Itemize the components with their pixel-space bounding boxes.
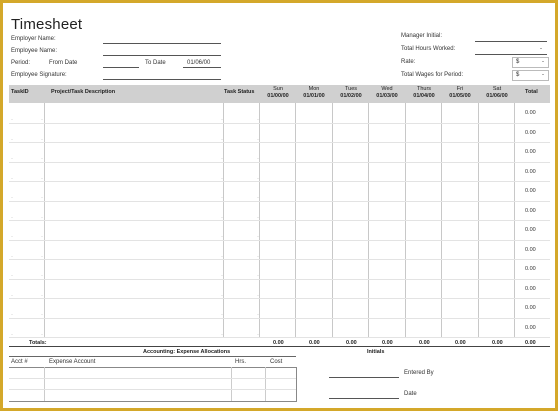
accounting-table[interactable] xyxy=(9,367,297,402)
manager-initial-field[interactable] xyxy=(475,41,547,42)
col-day-6: Sat 01/06/00 xyxy=(479,86,515,100)
cell-marker: · xyxy=(221,331,223,338)
initials-title: Initials xyxy=(367,349,385,355)
expense-account-label: Expense Account xyxy=(49,359,96,365)
date-field[interactable] xyxy=(329,398,399,399)
table-row[interactable] xyxy=(9,220,550,240)
employee-field[interactable] xyxy=(103,55,221,56)
col-day-0: Sun 01/00/00 xyxy=(260,86,296,100)
col-day-4: Thurs 01/04/00 xyxy=(406,86,442,100)
employer-field[interactable] xyxy=(103,43,221,44)
cell-marker: · xyxy=(11,331,13,338)
entered-by-label: Entered By xyxy=(404,370,434,376)
col-day-2: Tues 01/02/00 xyxy=(333,86,369,100)
row-total: 0.00 xyxy=(525,188,536,194)
row-total: 0.00 xyxy=(525,149,536,155)
day-name: Mon xyxy=(308,86,320,92)
table-row[interactable] xyxy=(9,298,550,318)
row-total: 0.00 xyxy=(525,305,536,311)
table-row[interactable] xyxy=(9,201,550,221)
table-header: TaskID Project/Task Description Task Sta… xyxy=(9,85,550,103)
cost-label: Cost xyxy=(270,359,283,365)
day-date: 01/02/00 xyxy=(340,93,362,99)
wages-value: - xyxy=(542,72,544,78)
table-row[interactable] xyxy=(9,181,550,201)
employee-label: Employee Name: xyxy=(11,48,58,54)
from-date-field[interactable] xyxy=(103,67,139,68)
col-day-3: Wed 01/03/00 xyxy=(369,86,405,100)
to-date-label: To Date xyxy=(145,60,166,66)
timesheet-page: Timesheet Employer Name: Employee Name: … xyxy=(3,3,555,408)
col-description: Project/Task Description xyxy=(51,89,116,95)
day-date: 01/04/00 xyxy=(413,93,435,99)
to-date-field[interactable] xyxy=(183,67,221,68)
table-row[interactable] xyxy=(9,103,550,123)
from-date-label: From Date xyxy=(49,60,78,66)
table-row[interactable] xyxy=(9,162,550,182)
day-date: 01/01/00 xyxy=(303,93,325,99)
table-row[interactable] xyxy=(9,142,550,162)
totals-divider xyxy=(9,346,550,347)
row-total: 0.00 xyxy=(525,110,536,116)
table-row[interactable] xyxy=(9,123,550,143)
day-date: 01/06/00 xyxy=(486,93,508,99)
rate-value: - xyxy=(542,59,544,65)
entered-by-field[interactable] xyxy=(329,377,399,378)
row-total: 0.00 xyxy=(525,129,536,136)
signature-label: Employee Signature: xyxy=(11,72,67,78)
day-date: 01/05/00 xyxy=(449,93,471,99)
date-label: Date xyxy=(404,391,417,397)
row-total: 0.00 xyxy=(525,207,536,214)
cell-marker: · xyxy=(41,331,43,338)
col-day-5: Fri 01/05/00 xyxy=(442,86,478,100)
accounting-top-line xyxy=(9,356,296,357)
row-total: 0.00 xyxy=(525,324,536,331)
accounting-title: Accounting: Expense Allocations xyxy=(143,349,231,355)
page-title: Timesheet xyxy=(11,16,83,33)
row-total: 0.00 xyxy=(525,168,536,175)
row-total: 0.00 xyxy=(525,266,536,272)
acct-number-label: Acct # xyxy=(11,359,28,365)
rate-field[interactable]: $ - xyxy=(512,57,549,68)
day-name: Fri xyxy=(456,86,464,92)
col-taskid: TaskID xyxy=(11,89,29,95)
day-name: Sat xyxy=(492,86,502,92)
day-name: Thurs xyxy=(416,86,432,92)
table-row[interactable] xyxy=(9,279,550,299)
day-date: 01/03/00 xyxy=(376,93,398,99)
day-name: Sun xyxy=(273,86,283,92)
to-date-value: 01/06/00 xyxy=(187,60,211,66)
rate-label: Rate: xyxy=(401,59,416,65)
day-name: Wed xyxy=(381,86,393,92)
total-wages-label: Total Wages for Period: xyxy=(401,72,464,78)
rate-currency: $ xyxy=(516,59,520,65)
row-total: 0.00 xyxy=(525,246,536,253)
period-label: Period: xyxy=(11,60,31,66)
total-hours-field xyxy=(475,54,547,55)
col-status: Task Status xyxy=(224,89,255,95)
hours-label: Hrs. xyxy=(235,359,246,365)
day-name: Tues xyxy=(344,86,358,92)
table-row[interactable] xyxy=(9,318,550,338)
total-hours-label: Total Hours Worked: xyxy=(401,46,456,52)
total-hours-value: - xyxy=(540,46,542,52)
cell-marker: · xyxy=(257,331,259,338)
employer-label: Employer Name: xyxy=(11,36,56,42)
table-row[interactable] xyxy=(9,240,550,260)
manager-initial-label: Manager Initial: xyxy=(401,33,443,39)
row-divider xyxy=(9,337,550,338)
col-day-1: Mon 01/01/00 xyxy=(296,86,332,100)
col-total: Total xyxy=(525,89,538,95)
total-wages-field: $ - xyxy=(512,70,549,81)
day-date: 01/00/00 xyxy=(267,93,289,99)
signature-field[interactable] xyxy=(103,79,221,80)
wages-currency: $ xyxy=(516,72,520,78)
row-total: 0.00 xyxy=(525,285,536,292)
row-total: 0.00 xyxy=(525,227,536,233)
table-row[interactable] xyxy=(9,259,550,279)
